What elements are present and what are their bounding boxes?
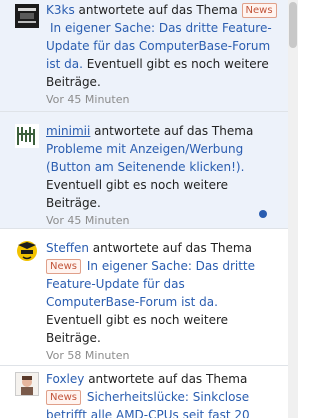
thread-title-line[interactable]: Sicherheitslücke: Sinkclose bbox=[87, 390, 249, 404]
thread-title-line[interactable]: (Button am Seitenende klicken!). bbox=[46, 160, 244, 174]
scroll-thumb[interactable] bbox=[289, 2, 297, 48]
more-posts-text: Beiträge. bbox=[46, 196, 101, 210]
foxley-avatar-icon[interactable] bbox=[15, 372, 39, 396]
news-badge: News bbox=[46, 259, 82, 274]
notification-user[interactable]: K3ks bbox=[46, 3, 75, 17]
notification-user[interactable]: minimii bbox=[46, 124, 90, 138]
notification-time: Vor 45 Minuten bbox=[46, 214, 130, 227]
thread-title-line[interactable]: ComputerBase-Forum ist da. bbox=[46, 295, 218, 309]
more-posts-text: Beiträge. bbox=[46, 75, 101, 89]
thread-title-line[interactable]: In eigener Sache: Das dritte bbox=[87, 259, 255, 273]
thread-title-line[interactable]: In eigener Sache: Das dritte Feature- bbox=[50, 21, 272, 35]
notification-user[interactable]: Steffen bbox=[46, 241, 89, 255]
thread-title-line[interactable]: Feature-Update für das bbox=[46, 277, 185, 291]
notification-item[interactable]: minimii antwortete auf das Thema Problem… bbox=[0, 112, 288, 229]
scrollbar[interactable] bbox=[288, 0, 298, 418]
more-posts-text: Eventuell gibt es noch weitere bbox=[46, 178, 229, 192]
news-badge: News bbox=[46, 390, 82, 405]
notification-item[interactable]: K3ks antwortete auf das Thema News In ei… bbox=[0, 0, 288, 112]
notification-action: antwortete auf das Thema bbox=[88, 372, 248, 386]
notification-action: antwortete auf das Thema bbox=[78, 3, 238, 17]
notification-action: antwortete auf das Thema bbox=[94, 124, 254, 138]
steffen-avatar-icon[interactable] bbox=[15, 239, 39, 263]
notification-user[interactable]: Foxley bbox=[46, 372, 84, 386]
thread-title-line[interactable]: ist da. bbox=[46, 57, 83, 71]
more-posts-text: Eventuell gibt es noch weitere bbox=[46, 313, 229, 327]
unread-indicator-icon[interactable] bbox=[259, 210, 267, 218]
more-posts-text: Beiträge. bbox=[46, 331, 101, 345]
k3ks-avatar-icon[interactable] bbox=[15, 4, 39, 28]
notification-panel: K3ks antwortete auf das Thema News In ei… bbox=[0, 0, 298, 418]
more-posts-text: Eventuell gibt es noch weitere bbox=[82, 57, 269, 71]
notification-time: Vor 45 Minuten bbox=[46, 93, 130, 106]
notification-time: Vor 58 Minuten bbox=[46, 349, 130, 362]
notification-item[interactable]: Foxley antwortete auf das Thema News Sic… bbox=[0, 366, 288, 418]
thread-title-line[interactable]: Probleme mit Anzeigen/Werbung bbox=[46, 142, 243, 156]
thread-title-line[interactable]: betrifft alle AMD-CPUs seit fast 20 bbox=[46, 408, 250, 418]
thread-title-line[interactable]: Update für das ComputerBase-Forum bbox=[46, 39, 270, 53]
minimii-avatar-icon[interactable] bbox=[15, 124, 39, 148]
news-badge: News bbox=[241, 3, 277, 18]
notification-item[interactable]: Steffen antwortete auf das Thema News In… bbox=[0, 229, 288, 366]
notification-action: antwortete auf das Thema bbox=[92, 241, 252, 255]
